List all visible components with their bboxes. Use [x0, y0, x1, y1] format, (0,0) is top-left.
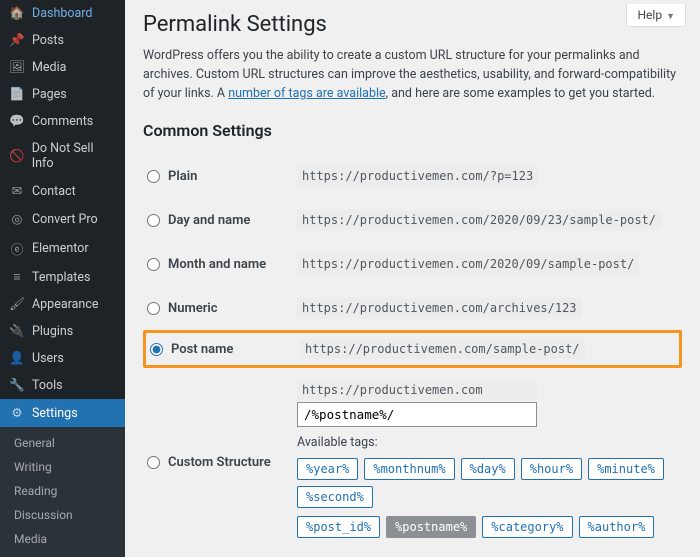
permalink-option-post-name: Post namehttps://productivemen.com/sampl… [143, 330, 682, 368]
custom-base-url: https://productivemen.com [297, 380, 537, 400]
appearance-icon: 🖌 [8, 297, 26, 312]
submenu-item-reading[interactable]: Reading [0, 479, 125, 503]
option-label[interactable]: Month and name [147, 257, 297, 272]
content-area: Help ▼ Permalink Settings WordPress offer… [125, 0, 700, 557]
settings-icon: ⚙ [8, 405, 26, 421]
menu-label: Do Not Sell Info [32, 141, 117, 171]
permalink-option-numeric: Numerichttps://productivemen.com/archive… [143, 286, 682, 330]
option-radio[interactable] [147, 302, 160, 315]
menu-item-pages[interactable]: 📄 Pages [0, 81, 125, 108]
contact-icon: ✉ [8, 183, 26, 199]
menu-label: Settings [32, 406, 78, 421]
do-not-sell-info-icon: 🚫 [8, 149, 26, 164]
menu-label: Media [32, 60, 66, 75]
tools-icon: 🔧 [8, 378, 26, 393]
menu-item-convert-pro[interactable]: ◎ Convert Pro [0, 205, 125, 233]
submenu-item-permalinks[interactable]: Permalinks← [0, 551, 125, 557]
menu-label: Contact [32, 184, 76, 199]
menu-item-plugins[interactable]: 🔌 Plugins [0, 318, 125, 345]
menu-item-users[interactable]: 👤 Users [0, 345, 125, 372]
dashboard-icon: 🏠 [8, 6, 26, 21]
menu-label: Convert Pro [32, 212, 98, 227]
media-icon: 🖼 [8, 60, 26, 75]
menu-item-posts[interactable]: 📌 Posts [0, 27, 125, 54]
menu-item-contact[interactable]: ✉ Contact [0, 177, 125, 205]
page-description: WordPress offers you the ability to crea… [143, 47, 682, 103]
option-label[interactable]: Post name [150, 342, 300, 357]
menu-label: Tools [32, 378, 63, 393]
permalink-option-month-and-name: Month and namehttps://productivemen.com/… [143, 242, 682, 286]
page-title: Permalink Settings [143, 12, 682, 37]
help-tab[interactable]: Help ▼ [626, 4, 686, 27]
submenu-item-media[interactable]: Media [0, 527, 125, 551]
templates-icon: ≡ [8, 270, 26, 285]
common-settings-heading: Common Settings [143, 121, 682, 140]
menu-label: Posts [32, 33, 64, 48]
menu-item-comments[interactable]: 💬 Comments [0, 108, 125, 135]
option-label[interactable]: Day and name [147, 213, 297, 228]
help-label: Help [637, 8, 662, 22]
tag-category[interactable]: %category% [482, 516, 572, 538]
submenu-item-writing[interactable]: Writing [0, 455, 125, 479]
option-example: https://productivemen.com/sample-post/ [300, 339, 585, 359]
tag-author[interactable]: %author% [579, 516, 655, 538]
option-radio[interactable] [147, 258, 160, 271]
option-example: https://productivemen.com/archives/123 [297, 298, 582, 318]
tag-post_id[interactable]: %post_id% [297, 516, 380, 538]
convert-pro-icon: ◎ [8, 211, 26, 227]
option-radio[interactable] [147, 214, 160, 227]
menu-item-templates[interactable]: ≡ Templates [0, 264, 125, 291]
available-tags-label: Available tags: [297, 435, 678, 450]
tags-link[interactable]: number of tags are available [228, 86, 385, 101]
submenu-item-general[interactable]: General [0, 431, 125, 455]
menu-label: Appearance [32, 297, 99, 312]
menu-label: Templates [32, 270, 90, 285]
menu-item-dashboard[interactable]: 🏠 Dashboard [0, 0, 125, 27]
permalink-option-custom-structure: Custom Structure https://productivemen.co… [143, 368, 682, 556]
tag-postname[interactable]: %postname% [386, 516, 476, 538]
comments-icon: 💬 [8, 114, 26, 129]
custom-structure-input[interactable] [297, 402, 537, 427]
option-example: https://productivemen.com/?p=123 [297, 166, 538, 186]
option-example: https://productivemen.com/2020/09/sample… [297, 254, 639, 274]
menu-label: Comments [32, 114, 93, 129]
option-radio[interactable] [147, 456, 160, 469]
menu-label: Elementor [32, 241, 89, 256]
tag-day[interactable]: %day% [461, 458, 515, 480]
tag-hour[interactable]: %hour% [521, 458, 582, 480]
tag-minute[interactable]: %minute% [588, 458, 664, 480]
option-label[interactable]: Plain [147, 169, 297, 184]
permalink-option-plain: Plainhttps://productivemen.com/?p=123 [143, 154, 682, 198]
menu-label: Dashboard [32, 6, 92, 21]
tag-monthnum[interactable]: %monthnum% [364, 458, 454, 480]
menu-item-do-not-sell-info[interactable]: 🚫 Do Not Sell Info [0, 135, 125, 177]
caret-down-icon: ▼ [666, 12, 675, 22]
users-icon: 👤 [8, 351, 26, 366]
permalink-option-day-and-name: Day and namehttps://productivemen.com/20… [143, 198, 682, 242]
option-example: https://productivemen.com/2020/09/23/sam… [297, 210, 661, 230]
admin-sidebar: 🏠 Dashboard 📌 Posts 🖼 Media 📄 Pages 💬 Comments 🚫 Do… [0, 0, 125, 557]
option-label[interactable]: Custom Structure [147, 455, 297, 470]
menu-label: Plugins [32, 324, 73, 339]
tag-year[interactable]: %year% [297, 458, 358, 480]
menu-item-appearance[interactable]: 🖌 Appearance [0, 291, 125, 318]
menu-item-settings[interactable]: ⚙ Settings [0, 399, 125, 427]
plugins-icon: 🔌 [8, 324, 26, 339]
menu-item-tools[interactable]: 🔧 Tools [0, 372, 125, 399]
tag-second[interactable]: %second% [297, 486, 373, 508]
menu-label: Users [32, 351, 64, 366]
menu-item-media[interactable]: 🖼 Media [0, 54, 125, 81]
menu-item-elementor[interactable]: ⓔ Elementor [0, 233, 125, 264]
option-radio[interactable] [147, 170, 160, 183]
posts-icon: 📌 [8, 33, 26, 48]
menu-label: Pages [32, 87, 67, 102]
pages-icon: 📄 [8, 87, 26, 102]
option-radio[interactable] [150, 343, 163, 356]
option-label[interactable]: Numeric [147, 301, 297, 316]
submenu-item-discussion[interactable]: Discussion [0, 503, 125, 527]
elementor-icon: ⓔ [8, 239, 26, 258]
